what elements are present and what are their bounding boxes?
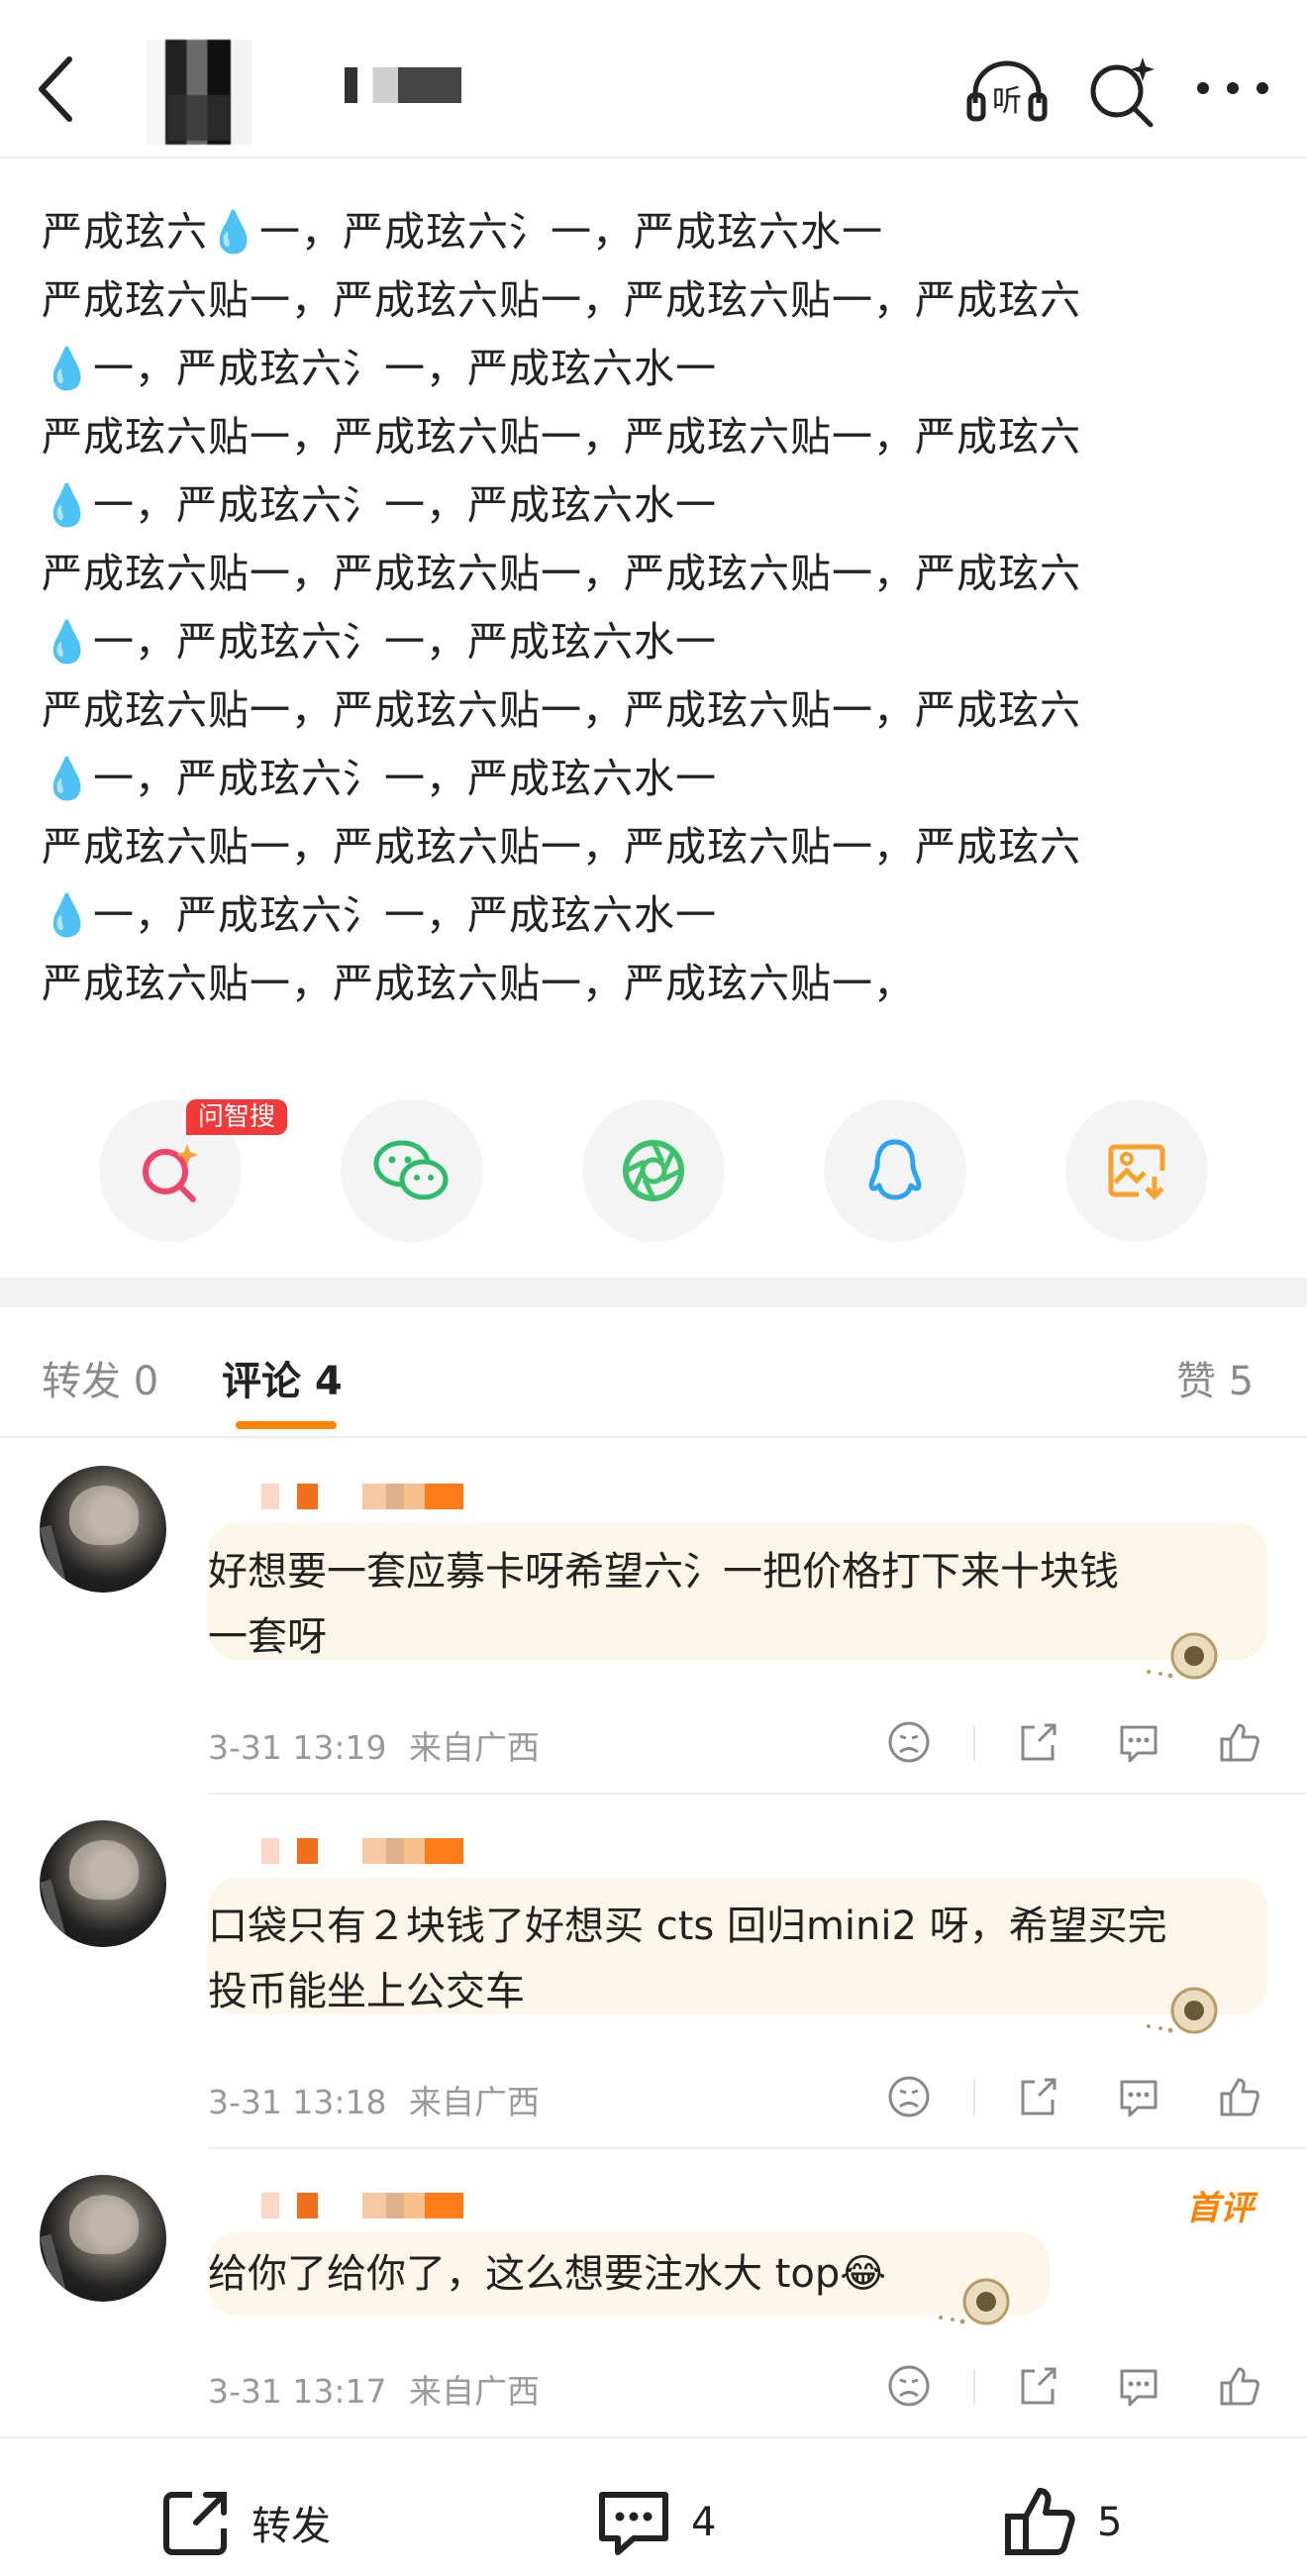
like-icon [1005,2488,1075,2555]
save-image-button[interactable] [1065,1099,1208,1242]
ornament-badge-icon [1147,1987,1218,2034]
comment-separator [208,1793,1307,1795]
comment-date: 3-31 13:17 [208,2372,387,2411]
author-name[interactable] [335,67,461,103]
share-qq-button[interactable] [824,1099,966,1242]
comment-actions [886,2074,1282,2123]
comment-bubble: 口袋只有２块钱了好想买 cts 回归mini2 呀，希望买完 投币能坐上公交车 [208,1878,1267,2014]
post-line: 严成玹六贴一，严成玹六贴一，严成玹六贴一，严成玹六 [42,823,1081,871]
post-content: 严成玹六💧一，严成玹六氵一，严成玹六水一 严成玹六贴一，严成玹六贴一，严成玹六贴… [42,198,1269,1018]
back-arrow-icon[interactable] [30,50,89,129]
repost-icon[interactable] [1015,2363,1060,2409]
bottom-comment-count: 4 [691,2500,717,2545]
dislike-icon[interactable] [886,2074,932,2119]
reply-icon[interactable] [1116,2363,1161,2409]
post-line: 💧一，严成玹六氵一，严成玹六水一 [42,891,718,939]
reply-icon[interactable] [1116,1719,1161,1765]
bottom-repost-button[interactable]: 转发 [158,2483,331,2562]
section-divider [0,1278,1307,1307]
comment-text: 一套呀 [208,1614,327,1660]
author-avatar[interactable] [147,40,251,145]
commenter-name[interactable] [208,2193,505,2218]
comment-text: 口袋只有２块钱了好想买 cts 回归mini2 呀，希望买完 [208,1904,1167,1949]
commenter-name[interactable] [208,1838,505,1864]
search-icon[interactable] [1081,52,1160,131]
post-line: 严成玹六贴一，严成玹六贴一，严成玹六贴一，严成玹六 [42,686,1081,734]
like-icon[interactable] [1217,1719,1262,1765]
commenter-avatar[interactable] [40,1820,166,1947]
bottom-like-count: 5 [1097,2500,1123,2545]
comment-actions [886,2363,1282,2413]
dislike-icon[interactable] [886,2363,932,2409]
action-separator [973,2369,975,2405]
commenter-avatar[interactable] [40,1466,166,1593]
comment-text: 投币能坐上公交车 [208,1969,525,2014]
moments-icon [623,1140,684,1201]
post-line: 💧一，严成玹六氵一，严成玹六水一 [42,755,718,802]
share-moments-button[interactable] [582,1099,725,1242]
qq-icon [868,1139,922,1200]
comment-date: 3-31 13:19 [208,1728,387,1767]
commenter-avatar[interactable] [40,2175,166,2302]
comment-time: 3-31 13:18 来自广西 [208,2076,540,2123]
action-separator [973,2080,975,2115]
bottom-repost-label: 转发 [251,2504,331,2549]
dislike-icon[interactable] [886,1719,932,1765]
search-ai-icon [143,1144,198,1202]
bottom-like-button[interactable]: 5 [1000,2483,1122,2562]
action-separator [973,1725,975,1761]
comment-location: 来自广西 [409,2372,540,2411]
repost-icon [163,2492,227,2555]
listen-icon[interactable]: 听 [965,59,1049,123]
bottom-comment-button[interactable]: 4 [594,2483,716,2562]
ornament-badge-icon [1147,1632,1218,1680]
tab-likes[interactable]: 赞 5 [1176,1349,1254,1406]
comment-time: 3-31 13:17 来自广西 [208,2365,540,2413]
like-icon[interactable] [1217,2074,1262,2119]
comment-icon [599,2492,668,2555]
comment-location: 来自广西 [409,1728,540,1767]
save-image-icon [1108,1144,1165,1200]
post-line: 严成玹六贴一，严成玹六贴一，严成玹六贴一，严成玹六 [42,413,1081,461]
reply-icon[interactable] [1116,2074,1161,2119]
bottom-action-bar: 转发 4 5 [0,2436,1307,2576]
ai-search-badge: 问智搜 [186,1099,288,1135]
post-line: 💧一，严成玹六氵一，严成玹六水一 [42,618,718,666]
post-line: 严成玹六贴一，严成玹六贴一，严成玹六贴一，严成玹六 [42,276,1081,324]
active-tab-indicator [236,1421,337,1429]
commenter-name[interactable] [208,1484,505,1509]
interaction-tabs: 转发 0 评论 4 赞 5 [0,1307,1307,1438]
ornament-badge-icon [939,2278,1010,2325]
more-options-icon[interactable] [1193,73,1272,103]
like-icon[interactable] [1217,2363,1262,2409]
comment-separator [208,2147,1307,2149]
post-line: 严成玹六💧一，严成玹六氵一，严成玹六水一 [42,208,884,256]
post-line: 严成玹六贴一，严成玹六贴一，严成玹六贴一， [42,960,915,1007]
post-line: 💧一，严成玹六氵一，严成玹六水一 [42,481,718,529]
repost-icon[interactable] [1015,1719,1060,1765]
top-nav-bar: 听 [0,0,1307,158]
comment-actions [886,1719,1282,1769]
post-line: 严成玹六贴一，严成玹六贴一，严成玹六贴一，严成玹六 [42,550,1081,597]
share-wechat-button[interactable] [341,1099,483,1242]
comment-time: 3-31 13:19 来自广西 [208,1721,540,1769]
comment-text: 好想要一套应募卡呀希望六氵一把价格打下来十块钱 [208,1549,1119,1595]
tab-comments[interactable]: 评论 4 [222,1349,343,1406]
wechat-icon [373,1140,449,1200]
comment-bubble: 好想要一套应募卡呀希望六氵一把价格打下来十块钱 一套呀 [208,1523,1267,1660]
tab-repost[interactable]: 转发 0 [42,1349,158,1406]
listen-label: 听 [992,84,1022,119]
repost-icon[interactable] [1015,2074,1060,2119]
first-comment-tag: 首评 [1186,2189,1254,2228]
comment-date: 3-31 13:18 [208,2083,387,2121]
post-line: 💧一，严成玹六氵一，严成玹六水一 [42,345,718,392]
comment-location: 来自广西 [409,2083,540,2121]
